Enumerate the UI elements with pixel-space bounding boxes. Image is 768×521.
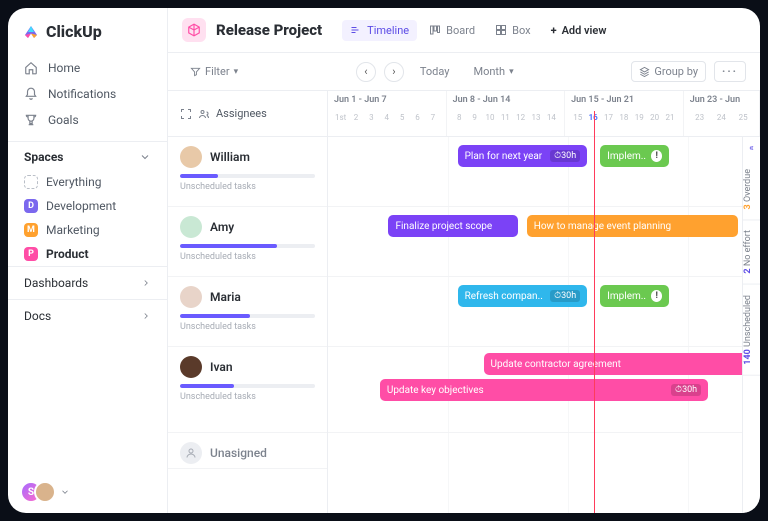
nav-home-label: Home: [48, 61, 80, 75]
user-presence[interactable]: S: [20, 481, 70, 503]
section-dashboards[interactable]: Dashboards: [8, 266, 167, 299]
collapse-panel[interactable]: «: [743, 137, 760, 159]
task-bar[interactable]: Implem..!: [600, 145, 669, 167]
trophy-icon: [24, 113, 38, 127]
avatar: [180, 146, 202, 168]
box-icon: [495, 24, 507, 36]
workload-bar: [180, 384, 315, 388]
workload-bar: [180, 174, 315, 178]
lane-ivan: Update contractor agreement Update key o…: [328, 347, 760, 433]
assignee-row[interactable]: Ivan Unscheduled tasks: [168, 347, 327, 433]
brand-name: ClickUp: [46, 22, 102, 41]
avatar: [180, 286, 202, 308]
unscheduled-label: Unscheduled tasks: [180, 392, 315, 402]
view-timeline[interactable]: Timeline: [342, 20, 417, 41]
workload-bar: [180, 314, 315, 318]
tab-overdue[interactable]: 3 Overdue: [743, 159, 760, 220]
space-marketing[interactable]: M Marketing: [8, 218, 167, 242]
period-select[interactable]: Month▾: [465, 61, 521, 82]
task-bar[interactable]: Plan for next year⏱30h: [458, 145, 588, 167]
view-board[interactable]: Board: [421, 20, 483, 41]
space-development[interactable]: D Development: [8, 194, 167, 218]
assignee-row[interactable]: Maria Unscheduled tasks: [168, 277, 327, 347]
today-button[interactable]: Today: [412, 61, 458, 82]
lane-william: Plan for next year⏱30h Implem..!: [328, 137, 760, 207]
expand-icon: [180, 108, 192, 120]
task-bar[interactable]: Update key objectives⏱30h: [380, 379, 708, 401]
unassigned-icon: [180, 442, 202, 464]
nav-home[interactable]: Home: [8, 55, 167, 81]
assignees-header[interactable]: Assignees: [168, 91, 327, 137]
timeline-header: Jun 1 - Jun 71st234567 Jun 8 - Jun 14891…: [328, 91, 760, 137]
chevron-down-icon: [139, 151, 151, 163]
space-badge-icon: M: [24, 223, 38, 237]
cube-icon: [187, 23, 201, 37]
tab-unscheduled[interactable]: 140 Unscheduled: [743, 285, 760, 376]
nav-notifications[interactable]: Notifications: [8, 81, 167, 107]
clickup-logo-icon: [22, 23, 40, 41]
avatar: [180, 356, 202, 378]
brand-logo[interactable]: ClickUp: [8, 8, 167, 53]
view-add[interactable]: + Add view: [543, 20, 615, 41]
project-title: Release Project: [216, 21, 322, 39]
lane-amy: Finalize project scope How to manage eve…: [328, 207, 760, 277]
unscheduled-label: Unscheduled tasks: [180, 182, 315, 192]
next-button[interactable]: ›: [384, 62, 404, 82]
layers-icon: [639, 66, 650, 77]
space-badge-icon: P: [24, 247, 38, 261]
filter-icon: [190, 66, 201, 77]
view-box[interactable]: Box: [487, 20, 538, 41]
section-docs[interactable]: Docs: [8, 299, 167, 332]
chevron-right-icon: [141, 311, 151, 321]
nav-goals[interactable]: Goals: [8, 107, 167, 133]
chevron-right-icon: [141, 278, 151, 288]
assignee-row[interactable]: William Unscheduled tasks: [168, 137, 327, 207]
lane-maria: Refresh compan..⏱30h Implem..!: [328, 277, 760, 347]
unscheduled-label: Unscheduled tasks: [180, 322, 315, 332]
grid-icon: [24, 175, 38, 189]
prev-button[interactable]: ‹: [356, 62, 376, 82]
task-bar[interactable]: Implem..!: [600, 285, 669, 307]
space-badge-icon: D: [24, 199, 38, 213]
task-bar[interactable]: Update contractor agreement: [484, 353, 752, 375]
nav-goals-label: Goals: [48, 113, 79, 127]
assignee-row[interactable]: Unasigned: [168, 433, 327, 469]
bell-icon: [24, 87, 38, 101]
tab-noeffort[interactable]: 2 No effort: [743, 220, 760, 285]
timeline-icon: [350, 24, 362, 36]
nav-notifications-label: Notifications: [48, 87, 116, 101]
unscheduled-label: Unscheduled tasks: [180, 252, 315, 262]
avatar: [180, 216, 202, 238]
today-marker: [594, 111, 595, 513]
assignee-row[interactable]: Amy Unscheduled tasks: [168, 207, 327, 277]
people-icon: [198, 108, 210, 120]
workload-bar: [180, 244, 315, 248]
chevron-down-icon: [60, 487, 70, 497]
task-bar[interactable]: How to manage event planning: [527, 215, 739, 237]
groupby-button[interactable]: Group by: [631, 61, 706, 82]
user-avatar: [34, 481, 56, 503]
space-product[interactable]: P Product: [8, 242, 167, 266]
filter-button[interactable]: Filter ▾: [182, 61, 246, 82]
more-button[interactable]: ···: [714, 61, 746, 82]
home-icon: [24, 61, 38, 75]
board-icon: [429, 24, 441, 36]
spaces-header[interactable]: Spaces: [8, 141, 167, 170]
project-icon: [182, 18, 206, 42]
space-everything[interactable]: Everything: [8, 170, 167, 194]
task-bar[interactable]: Refresh compan..⏱30h: [458, 285, 588, 307]
task-bar[interactable]: Finalize project scope: [388, 215, 518, 237]
